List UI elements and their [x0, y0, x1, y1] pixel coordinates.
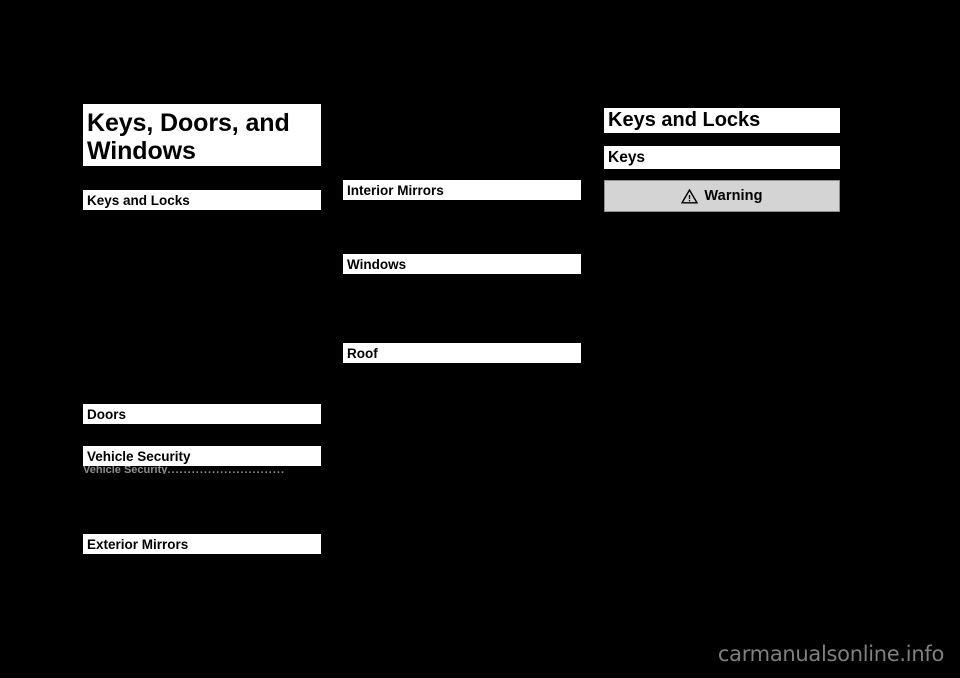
warning-label: Warning: [704, 188, 763, 204]
toc-entry-keys-and-locks[interactable]: Keys and Locks: [83, 190, 321, 210]
chapter-title: Keys, Doors, and Windows: [83, 104, 321, 166]
chapter-title-line-2: Windows: [87, 137, 196, 165]
toc-entry-interior-mirrors[interactable]: Interior Mirrors: [343, 180, 581, 200]
manual-page: Keys, Doors, and Windows Keys and Locks …: [0, 0, 960, 678]
warning-callout: Warning: [604, 180, 840, 212]
subsection-title-keys: Keys: [604, 146, 840, 169]
toc-entry-clipped: Vehicle Security........................…: [83, 465, 321, 474]
toc-entry-vehicle-security[interactable]: Vehicle Security: [83, 446, 321, 466]
section-title-keys-and-locks: Keys and Locks: [604, 108, 840, 133]
chapter-title-line-1: Keys, Doors, and: [87, 109, 290, 137]
toc-entry-label: Interior Mirrors: [347, 182, 444, 198]
toc-entry-label: Windows: [347, 256, 407, 272]
toc-entry-roof[interactable]: Roof: [343, 343, 581, 363]
toc-entry-doors[interactable]: Doors: [83, 404, 321, 424]
toc-entry-label: Vehicle Security: [87, 448, 191, 464]
toc-entry-label: Doors: [87, 406, 127, 422]
toc-entry-clipped-label: Vehicle Security: [83, 465, 168, 474]
toc-entry-exterior-mirrors[interactable]: Exterior Mirrors: [83, 534, 321, 554]
watermark: carmanualsonline.info: [717, 642, 944, 666]
toc-entry-label: Roof: [347, 345, 378, 361]
toc-entry-label: Exterior Mirrors: [87, 536, 189, 552]
toc-entry-clipped-dots: .............................: [167, 465, 286, 474]
toc-entry-label: Keys and Locks: [87, 192, 190, 208]
subsection-title-label: Keys: [608, 148, 646, 166]
warning-triangle-icon: [681, 188, 699, 204]
section-title-label: Keys and Locks: [608, 109, 761, 131]
toc-entry-windows[interactable]: Windows: [343, 254, 581, 274]
